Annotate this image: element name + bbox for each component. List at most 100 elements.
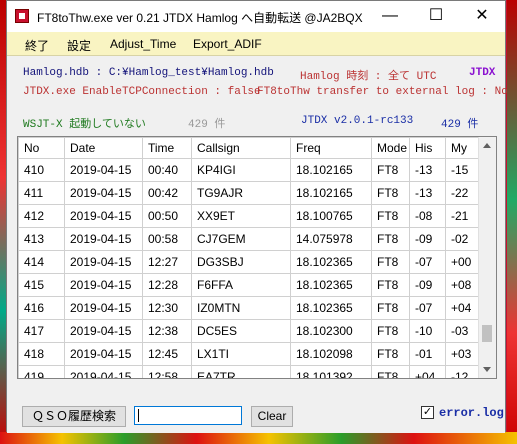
transfer-external-status: FT8toThw transfer to external log : No <box>257 86 508 98</box>
cell-date: 2019-04-15 <box>64 342 143 366</box>
cell-his: +04 <box>409 365 446 378</box>
cell-freq: 18.101392 <box>290 365 372 378</box>
cell-my: -21 <box>445 204 482 228</box>
cell-freq: 18.102300 <box>290 319 372 343</box>
app-icon <box>15 9 29 23</box>
table-row[interactable]: 416 2019-04-15 12:30 IZ0MTN 18.102365 FT… <box>18 296 482 320</box>
column-header-freq[interactable]: Freq <box>290 137 372 159</box>
cell-freq: 18.102365 <box>290 250 372 274</box>
table-header-row: No Date Time Callsign Freq Mode His My <box>18 137 482 159</box>
cell-mode: FT8 <box>371 181 410 205</box>
menu-item-exit[interactable]: 終了 <box>25 37 49 54</box>
scroll-up-arrow-icon[interactable] <box>483 143 491 148</box>
cell-time: 12:45 <box>142 342 192 366</box>
cell-mode: FT8 <box>371 365 410 378</box>
menu-bar: 終了 設定 Adjust_Time Export_ADIF <box>7 32 505 56</box>
cell-time: 00:58 <box>142 227 192 251</box>
cell-my: -15 <box>445 158 482 182</box>
table-row[interactable]: 410 2019-04-15 00:40 KP4IGI 18.102165 FT… <box>18 158 482 182</box>
column-header-date[interactable]: Date <box>64 137 143 159</box>
cell-freq: 18.102165 <box>290 158 372 182</box>
menu-item-export-adif[interactable]: Export_ADIF <box>193 37 262 51</box>
maximize-button[interactable]: ☐ <box>413 1 459 32</box>
cell-time: 12:28 <box>142 273 192 297</box>
menu-item-settings[interactable]: 設定 <box>67 37 91 54</box>
cell-his: -01 <box>409 342 446 366</box>
cell-date: 2019-04-15 <box>64 296 143 320</box>
hamlog-path-label: Hamlog.hdb : C:¥Hamlog_test¥Hamlog.hdb <box>23 67 274 79</box>
cell-mode: FT8 <box>371 158 410 182</box>
column-header-mode[interactable]: Mode <box>371 137 410 159</box>
text-caret <box>138 409 139 422</box>
cell-no: 411 <box>18 181 65 205</box>
table-row[interactable]: 411 2019-04-15 00:42 TG9AJR 18.102165 FT… <box>18 181 482 205</box>
search-input[interactable] <box>134 406 242 425</box>
cell-no: 412 <box>18 204 65 228</box>
cell-freq: 18.102098 <box>290 342 372 366</box>
cell-no: 416 <box>18 296 65 320</box>
error-log-checkbox[interactable]: ✓ <box>421 406 434 419</box>
window-title: FT8toThw.exe ver 0.21 JTDX Hamlog へ自動転送 … <box>37 11 363 25</box>
wsjt-count: 429 件 <box>188 119 226 131</box>
cell-date: 2019-04-15 <box>64 365 143 378</box>
cell-no: 417 <box>18 319 65 343</box>
jtdx-tcp-status: JTDX.exe EnableTCPConnection : false <box>23 86 261 98</box>
cell-his: -08 <box>409 204 446 228</box>
cell-freq: 14.075978 <box>290 227 372 251</box>
column-header-his[interactable]: His <box>409 137 446 159</box>
clear-button[interactable]: Clear <box>251 406 293 427</box>
cell-no: 414 <box>18 250 65 274</box>
cell-callsign: TG9AJR <box>191 181 291 205</box>
cell-my: -02 <box>445 227 482 251</box>
error-log-label[interactable]: error.log <box>439 406 504 420</box>
cell-callsign: DG3SBJ <box>191 250 291 274</box>
cell-no: 415 <box>18 273 65 297</box>
cell-no: 418 <box>18 342 65 366</box>
cell-no: 410 <box>18 158 65 182</box>
cell-freq: 18.102365 <box>290 296 372 320</box>
cell-his: -09 <box>409 273 446 297</box>
cell-callsign: XX9ET <box>191 204 291 228</box>
table-row[interactable]: 413 2019-04-15 00:58 CJ7GEM 14.075978 FT… <box>18 227 482 251</box>
table-row[interactable]: 419 2019-04-15 12:58 EA7TR 18.101392 FT8… <box>18 365 482 378</box>
scroll-down-arrow-icon[interactable] <box>483 367 491 372</box>
cell-time: 00:50 <box>142 204 192 228</box>
cell-my: +08 <box>445 273 482 297</box>
table-row[interactable]: 417 2019-04-15 12:38 DC5ES 18.102300 FT8… <box>18 319 482 343</box>
cell-time: 12:38 <box>142 319 192 343</box>
scrollbar-thumb[interactable] <box>482 325 492 342</box>
cell-date: 2019-04-15 <box>64 204 143 228</box>
bottom-panel: ＱＳＯ履歴検索 Clear ✓ error.log <box>7 394 505 433</box>
cell-my: +00 <box>445 250 482 274</box>
cell-time: 12:27 <box>142 250 192 274</box>
table-row[interactable]: 418 2019-04-15 12:45 LX1TI 18.102098 FT8… <box>18 342 482 366</box>
close-button[interactable]: ✕ <box>459 1 505 32</box>
wsjt-status: WSJT-X 起動していない <box>23 119 146 131</box>
cell-his: -13 <box>409 158 446 182</box>
cell-my: -12 <box>445 365 482 378</box>
cell-no: 413 <box>18 227 65 251</box>
table-vertical-scrollbar[interactable] <box>478 137 496 378</box>
cell-callsign: F6FFA <box>191 273 291 297</box>
column-header-my[interactable]: My <box>445 137 482 159</box>
minimize-button[interactable]: — <box>367 1 413 32</box>
qso-history-search-button[interactable]: ＱＳＯ履歴検索 <box>22 406 126 427</box>
cell-callsign: EA7TR <box>191 365 291 378</box>
cell-my: -03 <box>445 319 482 343</box>
cell-time: 00:40 <box>142 158 192 182</box>
hamlog-time-source: JTDX <box>469 67 496 79</box>
cell-my: +04 <box>445 296 482 320</box>
qso-table[interactable]: No Date Time Callsign Freq Mode His My 4… <box>17 136 497 379</box>
menu-item-adjust-time[interactable]: Adjust_Time <box>110 37 176 51</box>
cell-callsign: DC5ES <box>191 319 291 343</box>
column-header-callsign[interactable]: Callsign <box>191 137 291 159</box>
table-row[interactable]: 415 2019-04-15 12:28 F6FFA 18.102365 FT8… <box>18 273 482 297</box>
table-row[interactable]: 412 2019-04-15 00:50 XX9ET 18.100765 FT8… <box>18 204 482 228</box>
desktop-background-bottom <box>0 432 517 444</box>
column-header-no[interactable]: No <box>18 137 65 159</box>
cell-no: 419 <box>18 365 65 378</box>
cell-mode: FT8 <box>371 342 410 366</box>
table-row[interactable]: 414 2019-04-15 12:27 DG3SBJ 18.102365 FT… <box>18 250 482 274</box>
column-header-time[interactable]: Time <box>142 137 192 159</box>
cell-freq: 18.102365 <box>290 273 372 297</box>
